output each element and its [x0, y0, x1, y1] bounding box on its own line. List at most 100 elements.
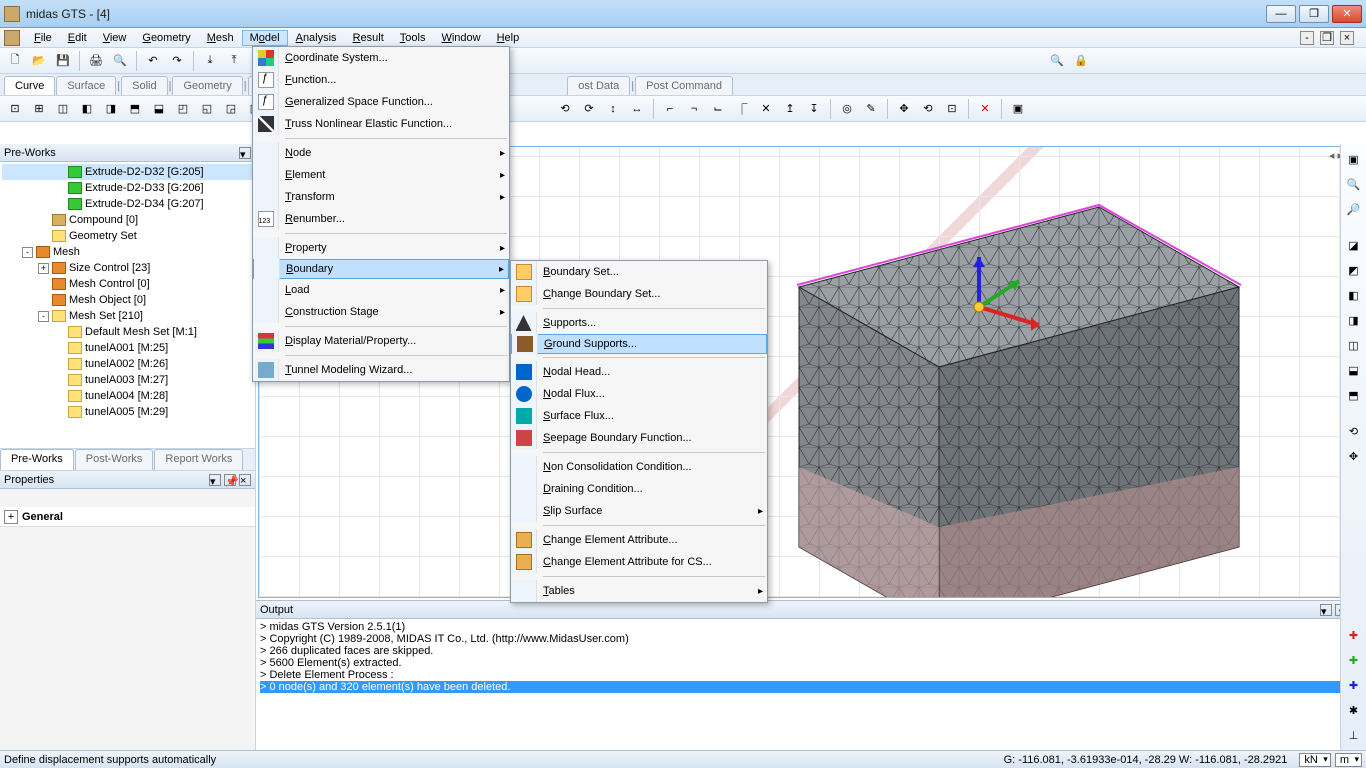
zoom-out-icon[interactable]: 🔎	[1343, 198, 1365, 220]
menu-item[interactable]: Load	[253, 279, 509, 301]
tb2-icon[interactable]: ◎	[836, 98, 858, 120]
tb2-icon[interactable]: ◧	[76, 98, 98, 120]
menu-file[interactable]: File	[26, 30, 60, 46]
menu-item[interactable]: Change Boundary Set...	[511, 283, 767, 305]
triad-x-icon[interactable]: ✚	[1343, 624, 1365, 646]
close-icon[interactable]: ×	[239, 474, 251, 486]
tb2-icon[interactable]: ◫	[52, 98, 74, 120]
tb2-icon[interactable]: ✎	[860, 98, 882, 120]
tree-item[interactable]: Mesh Object [0]	[2, 292, 253, 308]
tb2-icon[interactable]: ⌙	[707, 98, 729, 120]
menu-item[interactable]: Tables	[511, 580, 767, 602]
tb2-icon[interactable]: ◰	[172, 98, 194, 120]
tb2-icon[interactable]: ¬	[683, 98, 705, 120]
menu-item[interactable]: Surface Flux...	[511, 405, 767, 427]
lefttab-preworks[interactable]: Pre-Works	[0, 449, 74, 470]
close-button[interactable]: ✕	[1332, 5, 1362, 23]
delete-icon[interactable]: ✕	[974, 98, 996, 120]
mdi-close-icon[interactable]: ×	[1340, 31, 1354, 45]
menu-geometry[interactable]: Geometry	[134, 30, 198, 46]
perp-icon[interactable]: ⊥	[1343, 724, 1365, 746]
tree-item[interactable]: Extrude-D2-D32 [G:205]	[2, 164, 253, 180]
menu-item[interactable]: Boundary	[253, 259, 509, 279]
tb2-icon[interactable]: ◲	[220, 98, 242, 120]
tree-item[interactable]: Mesh Control [0]	[2, 276, 253, 292]
tab-geometry[interactable]: Geometry	[172, 76, 242, 95]
tb2-icon[interactable]: ⬒	[124, 98, 146, 120]
tree-item[interactable]: tunelA004 [M:28]	[2, 388, 253, 404]
unit-force-combo[interactable]: kN	[1299, 753, 1330, 767]
mdi-min-icon[interactable]: -	[1300, 31, 1314, 45]
menu-window[interactable]: Window	[433, 30, 488, 46]
snap-icon[interactable]: ✱	[1343, 699, 1365, 721]
menu-item[interactable]: Nodal Flux...	[511, 383, 767, 405]
triad-y-icon[interactable]: ✚	[1343, 649, 1365, 671]
menu-tools[interactable]: Tools	[392, 30, 434, 46]
tb2-icon[interactable]: ⟳	[578, 98, 600, 120]
menu-item[interactable]: Non Consolidation Condition...	[511, 456, 767, 478]
menu-view[interactable]: View	[95, 30, 135, 46]
export-icon[interactable]: ⤒	[223, 50, 245, 72]
menu-edit[interactable]: Edit	[60, 30, 95, 46]
tab-solid[interactable]: Solid	[121, 76, 167, 95]
menu-item[interactable]: Slip Surface	[511, 500, 767, 522]
tb2-icon[interactable]: ⊡	[4, 98, 26, 120]
menu-result[interactable]: Result	[345, 30, 392, 46]
menu-item[interactable]: Renumber...	[253, 208, 509, 230]
boundary-submenu[interactable]: Boundary Set...Change Boundary Set...Sup…	[510, 260, 768, 603]
menu-item[interactable]: Truss Nonlinear Elastic Function...	[253, 113, 509, 135]
zoom-fit-icon[interactable]: ▣	[1343, 148, 1365, 170]
tb2-icon[interactable]: ◱	[196, 98, 218, 120]
menu-item[interactable]: Property	[253, 237, 509, 259]
lefttab-postworks[interactable]: Post-Works	[75, 449, 154, 470]
menu-item[interactable]: Transform	[253, 186, 509, 208]
menu-item[interactable]: Boundary Set...	[511, 261, 767, 283]
menu-item[interactable]: Construction Stage	[253, 301, 509, 323]
open-icon[interactable]: 📂	[28, 50, 50, 72]
tb2-icon[interactable]: ⊞	[28, 98, 50, 120]
preview-icon[interactable]: 🔍	[109, 50, 131, 72]
menu-item[interactable]: Ground Supports...	[511, 334, 767, 354]
tb2-icon[interactable]: ⟲	[554, 98, 576, 120]
tb2-icon[interactable]: ✕	[755, 98, 777, 120]
pan-icon[interactable]: ✥	[1343, 445, 1365, 467]
tb2-icon[interactable]: ⊡	[941, 98, 963, 120]
props-general-row[interactable]: + General	[0, 507, 255, 527]
tree-item[interactable]: Geometry Set	[2, 228, 253, 244]
tb2-icon[interactable]: ⎾	[731, 98, 753, 120]
output-lines[interactable]: > midas GTS Version 2.5.1(1)> Copyright …	[256, 619, 1366, 750]
new-icon[interactable]: 🗋	[4, 50, 26, 72]
menu-item[interactable]: Draining Condition...	[511, 478, 767, 500]
model-dropdown[interactable]: Coordinate System...Function...Generaliz…	[252, 46, 510, 382]
menu-item[interactable]: Generalized Space Function...	[253, 91, 509, 113]
tree-item[interactable]: Extrude-D2-D33 [G:206]	[2, 180, 253, 196]
tree-item[interactable]: +Size Control [23]	[2, 260, 253, 276]
menu-item[interactable]: Change Element Attribute...	[511, 529, 767, 551]
view-iso-icon[interactable]: ◪	[1343, 234, 1365, 256]
tb2-icon[interactable]: ↕	[602, 98, 624, 120]
tab-surface[interactable]: Surface	[56, 76, 116, 95]
unit-length-combo[interactable]: m	[1335, 753, 1362, 767]
import-icon[interactable]: ⤓	[199, 50, 221, 72]
menu-mesh[interactable]: Mesh	[199, 30, 242, 46]
tb2-icon[interactable]: ▣	[1007, 98, 1029, 120]
tab-postdata[interactable]: ost Data	[567, 76, 630, 95]
tab-postcmd[interactable]: Post Command	[635, 76, 733, 95]
save-icon[interactable]: 💾	[52, 50, 74, 72]
dropdown-icon[interactable]: ▾	[239, 147, 251, 159]
view-front-icon[interactable]: ◧	[1343, 284, 1365, 306]
tree-item[interactable]: tunelA001 [M:25]	[2, 340, 253, 356]
tb2-icon[interactable]: ✥	[893, 98, 915, 120]
redo-icon[interactable]: ↷	[166, 50, 188, 72]
menu-help[interactable]: Help	[489, 30, 528, 46]
view-bottom-icon[interactable]: ⬓	[1343, 359, 1365, 381]
tree[interactable]: Extrude-D2-D32 [G:205]Extrude-D2-D33 [G:…	[0, 162, 255, 448]
tree-item[interactable]: tunelA005 [M:29]	[2, 404, 253, 420]
dropdown-icon[interactable]: ▾	[209, 474, 221, 486]
pin-icon[interactable]: 📌	[224, 474, 236, 486]
tb2-icon[interactable]: ↥	[779, 98, 801, 120]
mdi-restore-icon[interactable]: ❐	[1320, 31, 1334, 45]
tb2-icon[interactable]: ◨	[100, 98, 122, 120]
menu-item[interactable]: Node	[253, 142, 509, 164]
minimize-button[interactable]: —	[1266, 5, 1296, 23]
